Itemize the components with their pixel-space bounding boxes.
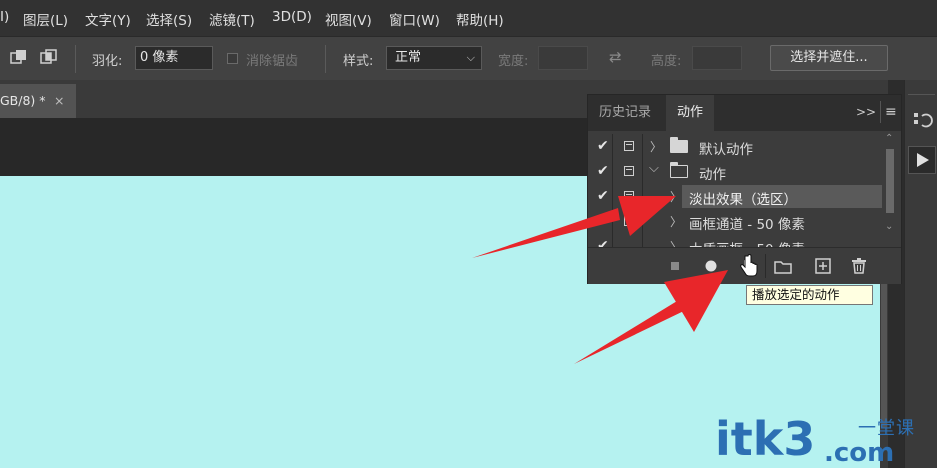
annotation-arrows [472,196,728,364]
watermark-logo: itk3 .com 一堂课 [715,412,935,468]
arrow-to-play-button [574,270,728,364]
watermark-suffix: .com [824,438,895,468]
watermark-text: itk3 [715,412,816,466]
arrow-to-selected-action [472,196,676,258]
watermark-chinese: 一堂课 [858,418,915,439]
